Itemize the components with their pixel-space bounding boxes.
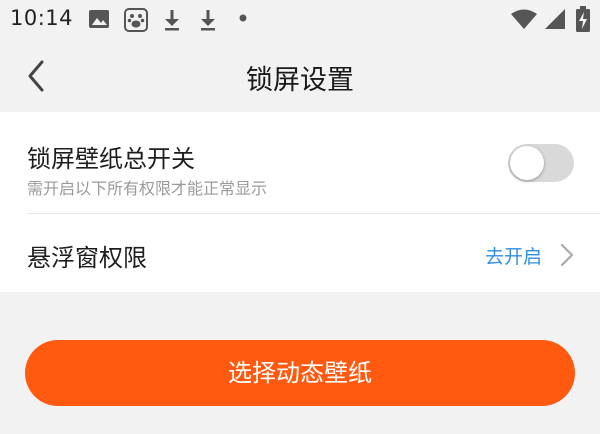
image-icon — [89, 10, 109, 28]
signal-icon — [545, 9, 565, 29]
status-bar: 10:14 — [0, 0, 600, 40]
chevron-right-icon — [560, 243, 574, 267]
wifi-icon — [511, 9, 537, 29]
master-switch-sublabel: 需开启以下所有权限才能正常显示 — [27, 179, 268, 198]
float-window-label: 悬浮窗权限 — [27, 244, 147, 272]
title-bar: 锁屏设置 — [0, 40, 600, 112]
toggle-knob — [510, 146, 544, 180]
choose-live-wallpaper-button[interactable]: 选择动态壁纸 — [25, 340, 575, 406]
page-title: 锁屏设置 — [246, 65, 354, 96]
status-time: 10:14 — [10, 6, 74, 30]
master-switch-label: 锁屏壁纸总开关 — [27, 145, 195, 173]
baidu-paw-icon — [124, 8, 148, 32]
battery-charging-icon — [576, 6, 590, 32]
float-window-enable-link[interactable]: 去开启 — [485, 242, 542, 269]
notification-dot-icon — [239, 14, 247, 22]
settings-card: 锁屏壁纸总开关 需开启以下所有权限才能正常显示 悬浮窗权限 去开启 — [0, 112, 600, 292]
download-icon — [201, 10, 215, 31]
download-icon — [165, 10, 179, 31]
float-window-permission-row[interactable]: 悬浮窗权限 去开启 — [0, 214, 600, 292]
master-switch-toggle[interactable] — [508, 144, 574, 182]
